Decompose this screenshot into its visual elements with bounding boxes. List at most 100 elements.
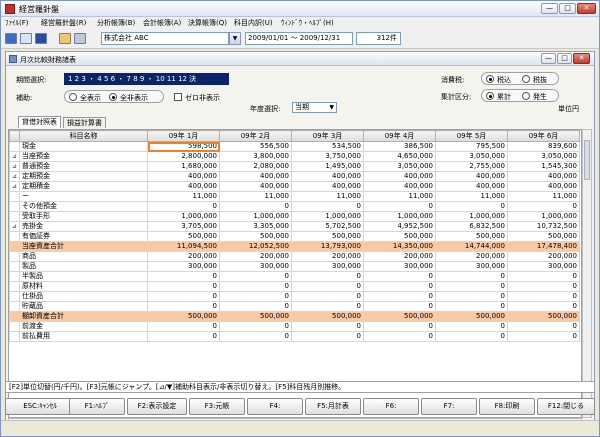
expand-toggle-icon[interactable]	[9, 211, 20, 222]
amount-cell[interactable]: 0	[291, 321, 364, 332]
amount-cell[interactable]: 500,000	[435, 311, 508, 322]
amount-cell[interactable]: 0	[219, 301, 292, 312]
f2-display-settings-button[interactable]: F2:表示設定	[127, 398, 187, 415]
amount-cell[interactable]: 0	[363, 321, 436, 332]
amount-cell[interactable]: 0	[507, 331, 580, 342]
amount-cell[interactable]: 200,000	[363, 251, 436, 262]
amount-cell[interactable]: 200,000	[219, 251, 292, 262]
tab-balance-sheet[interactable]: 貸借対照表	[18, 116, 61, 128]
amount-cell[interactable]: 11,094,500	[147, 241, 220, 252]
amount-cell[interactable]: 0	[219, 321, 292, 332]
amount-cell[interactable]: 400,000	[435, 181, 508, 192]
expand-toggle-icon[interactable]	[9, 191, 20, 202]
amount-cell[interactable]: 300,000	[219, 261, 292, 272]
amount-cell[interactable]: 400,000	[147, 171, 220, 182]
account-name-cell[interactable]: 売掛金	[19, 221, 148, 232]
amount-cell[interactable]: 1,000,000	[507, 211, 580, 222]
amount-cell[interactable]: 200,000	[291, 251, 364, 262]
amount-cell[interactable]: 11,000	[435, 191, 508, 202]
amount-cell[interactable]: 400,000	[363, 181, 436, 192]
amount-cell[interactable]: 0	[147, 271, 220, 282]
amount-cell[interactable]: 0	[219, 271, 292, 282]
table-row[interactable]: ⊿ 定期積金 400,000 400,000 400,000 400,000 400,000…	[9, 181, 580, 192]
agg-gen-radio[interactable]	[522, 92, 530, 100]
amount-cell[interactable]: 11,000	[291, 191, 364, 202]
amount-cell[interactable]: 2,755,000	[435, 161, 508, 172]
amount-cell[interactable]: 3,050,000	[507, 151, 580, 162]
amount-cell[interactable]: 3,050,000	[435, 151, 508, 162]
account-name-cell[interactable]: 定期積金	[19, 181, 148, 192]
tax-excl-radio[interactable]	[522, 75, 530, 83]
account-name-cell[interactable]: 現金	[19, 141, 148, 152]
table-row[interactable]: 現金 598,500 556,500 534,500 386,500 795,500 839…	[9, 141, 580, 152]
column-header-month[interactable]: 09年 2月	[219, 130, 292, 142]
amount-cell[interactable]: 400,000	[291, 181, 364, 192]
amount-cell[interactable]: 500,000	[435, 231, 508, 242]
table-row[interactable]: 半製品 0 0 0 0 0 0	[9, 271, 580, 282]
amount-cell[interactable]: 500,000	[363, 311, 436, 322]
report-close-button[interactable]: ✕	[573, 53, 590, 64]
table-row[interactable]: 前渡金 0 0 0 0 0 0	[9, 321, 580, 332]
amount-cell[interactable]: 500,000	[507, 231, 580, 242]
amount-cell[interactable]: 200,000	[147, 251, 220, 262]
amount-cell[interactable]: 3,705,000	[147, 221, 220, 232]
amount-cell[interactable]: 3,800,000	[219, 151, 292, 162]
amount-cell[interactable]: 0	[435, 301, 508, 312]
account-name-cell[interactable]: 棚卸資産合計	[19, 311, 148, 322]
amount-cell[interactable]: 0	[291, 291, 364, 302]
expand-toggle-icon[interactable]	[9, 311, 20, 322]
amount-cell[interactable]: 200,000	[435, 251, 508, 262]
amount-cell[interactable]: 0	[507, 281, 580, 292]
amount-cell[interactable]: 0	[147, 321, 220, 332]
table-row[interactable]: 有価証券 500,000 500,000 500,000 500,000 500,000 5…	[9, 231, 580, 242]
amount-cell[interactable]: 1,000,000	[363, 211, 436, 222]
agg-cum-radio[interactable]	[486, 92, 494, 100]
amount-cell[interactable]: 11,000	[363, 191, 436, 202]
wrench-icon[interactable]	[59, 33, 71, 44]
amount-cell[interactable]: 0	[219, 201, 292, 212]
amount-cell[interactable]: 0	[507, 321, 580, 332]
amount-cell[interactable]: 500,000	[291, 311, 364, 322]
amount-cell[interactable]: 400,000	[291, 171, 364, 182]
amount-cell[interactable]: 10,732,500	[507, 221, 580, 232]
menu-bunseki[interactable]: 分析帳簿(B)	[97, 18, 135, 28]
expand-toggle-icon[interactable]: ⊿	[9, 181, 20, 192]
amount-cell[interactable]: 300,000	[507, 261, 580, 272]
menu-file[interactable]: ﾌｧｲﾙ(F)	[5, 18, 29, 28]
expand-toggle-icon[interactable]	[9, 271, 20, 282]
column-header-month[interactable]: 09年 4月	[363, 130, 436, 142]
menu-keiei[interactable]: 経営羅針盤(R)	[41, 18, 86, 28]
amount-cell[interactable]: 14,350,000	[363, 241, 436, 252]
account-name-cell[interactable]: 商品	[19, 251, 148, 262]
expand-toggle-icon[interactable]	[9, 241, 20, 252]
amount-cell[interactable]: 500,000	[147, 231, 220, 242]
amount-cell[interactable]: 500,000	[291, 231, 364, 242]
amount-cell[interactable]: 500,000	[507, 311, 580, 322]
account-name-cell[interactable]: 定期預金	[19, 171, 148, 182]
amount-cell[interactable]: 0	[291, 331, 364, 342]
amount-cell[interactable]: 400,000	[219, 181, 292, 192]
amount-cell[interactable]: 300,000	[147, 261, 220, 272]
expand-toggle-icon[interactable]	[9, 251, 20, 262]
search-icon[interactable]	[74, 33, 86, 44]
f4-button[interactable]: F4:	[247, 398, 303, 415]
maximize-button[interactable]: □	[559, 3, 576, 14]
column-header-month[interactable]: 09年 5月	[435, 130, 508, 142]
f1-help-button[interactable]: F1:ﾍﾙﾌﾟ	[69, 398, 125, 415]
account-name-cell[interactable]: 仕掛品	[19, 291, 148, 302]
amount-cell[interactable]: 0	[147, 331, 220, 342]
account-name-cell[interactable]: 有価証券	[19, 231, 148, 242]
f6-button[interactable]: F6:	[363, 398, 419, 415]
mail-icon[interactable]	[35, 33, 47, 44]
amount-cell[interactable]: 11,000	[507, 191, 580, 202]
amount-cell[interactable]: 0	[507, 271, 580, 282]
amount-cell[interactable]: 534,500	[291, 141, 364, 152]
expand-toggle-icon[interactable]	[9, 201, 20, 212]
menu-kamoku[interactable]: 科目内訳(U)	[234, 18, 273, 28]
amount-cell[interactable]: 13,793,000	[291, 241, 364, 252]
period-range-field[interactable]: 2009/01/01 〜 2009/12/31	[245, 32, 353, 45]
amount-cell[interactable]: 0	[435, 201, 508, 212]
table-row[interactable]: 当座資産合計 11,094,500 12,052,500 13,793,000 14,3…	[9, 241, 580, 252]
amount-cell[interactable]: 400,000	[219, 171, 292, 182]
expand-toggle-icon[interactable]	[9, 331, 20, 342]
